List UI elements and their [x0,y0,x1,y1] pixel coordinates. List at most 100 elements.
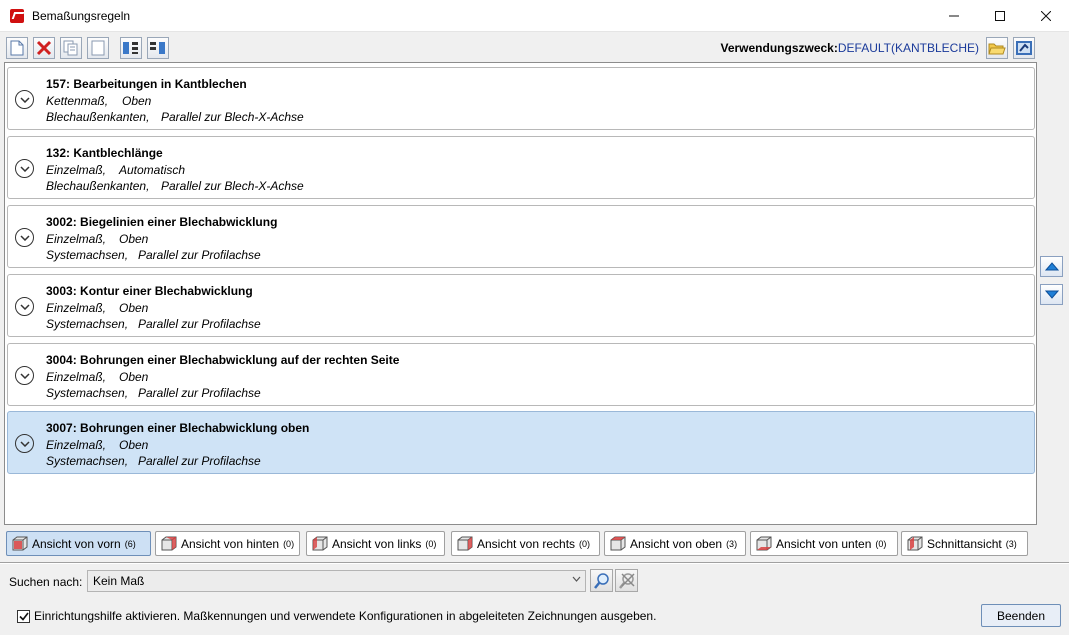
rule-title: 3003: Kontur einer Blechabwicklung [46,284,253,298]
setup-help-option: Einrichtungshilfe aktivieren. Maßkennung… [17,609,656,623]
move-rule-up-button[interactable] [1040,256,1063,277]
chevron-down-icon [19,96,30,103]
rule-position: Oben [122,94,152,108]
tab-right-view[interactable]: Ansicht von rechts (0) [451,531,600,556]
new-rule-button[interactable] [6,37,28,59]
move-up-button[interactable] [147,37,169,59]
tab-label: Schnittansicht [927,536,1002,551]
usage-value: DEFAULT(KANTBLECHE) [837,41,979,55]
expand-button[interactable] [15,159,34,178]
tab-section-view[interactable]: Schnittansicht (3) [901,531,1028,556]
rule-item[interactable]: 3004: Bohrungen einer Blechabwicklung au… [7,343,1035,406]
tab-count: (3) [1005,538,1017,549]
search-combobox[interactable]: Kein Maß [87,570,586,592]
chevron-down-icon [19,372,30,379]
rule-item[interactable]: 157: Bearbeitungen in Kantblechen Ketten… [7,67,1035,130]
rule-dimension-type: Kettenmaß, [46,94,109,108]
rule-position: Oben [119,370,149,384]
settings-icon [1016,41,1032,55]
expand-button[interactable] [15,434,34,453]
checkmark-icon [18,612,29,621]
rule-reference: Systemachsen, [46,454,129,468]
delete-icon [36,40,52,56]
tab-count: (3) [726,538,738,549]
delete-rule-button[interactable] [33,37,55,59]
close-button[interactable] [1023,0,1069,32]
cube-view-icon [610,536,626,551]
cube-section-icon [907,536,923,551]
chevron-down-icon [19,234,30,241]
tab-label: Ansicht von hinten [181,536,280,551]
cube-view-icon [457,536,473,551]
open-folder-button[interactable] [986,37,1008,59]
tab-left-view[interactable]: Ansicht von links (0) [306,531,445,556]
open-folder-icon [988,43,1006,55]
rule-dimension-type: Einzelmaß, [46,301,107,315]
divider [0,562,1069,564]
paste-rule-button[interactable] [87,37,109,59]
clear-search-icon [618,572,635,589]
clear-search-button[interactable] [615,569,638,592]
rule-direction: Parallel zur Profilachse [138,386,261,400]
rule-dimension-type: Einzelmaß, [46,163,107,177]
end-button[interactable]: Beenden [981,604,1061,627]
minimize-icon [949,15,959,17]
maximize-button[interactable] [977,0,1023,32]
rule-title: 3007: Bohrungen einer Blechabwicklung ob… [46,421,310,435]
rule-reference: Blechaußenkanten, [46,179,150,193]
move-down-button[interactable] [120,37,142,59]
tab-label: Ansicht von unten [776,536,872,551]
rule-position: Oben [119,438,149,452]
rule-direction: Parallel zur Blech-X-Achse [161,179,304,193]
rule-reference: Systemachsen, [46,317,129,331]
rule-list[interactable]: 157: Bearbeitungen in Kantblechen Ketten… [4,62,1037,525]
move-rule-down-button[interactable] [1040,284,1063,305]
rule-dimension-type: Einzelmaß, [46,438,107,452]
cube-view-icon [161,536,177,551]
rule-item[interactable]: 3002: Biegelinien einer Blechabwicklung … [7,205,1035,268]
tab-back-view[interactable]: Ansicht von hinten (0) [155,531,300,556]
magnifier-icon [593,572,609,589]
expand-button[interactable] [15,228,34,247]
tab-bottom-view[interactable]: Ansicht von unten (0) [750,531,898,556]
expand-button[interactable] [15,366,34,385]
tab-top-view[interactable]: Ansicht von oben (3) [604,531,746,556]
tab-count: (0) [425,538,437,549]
close-icon [1041,11,1051,21]
move-up-icon [150,42,165,54]
usage-settings-button[interactable] [1013,37,1035,59]
rule-direction: Parallel zur Blech-X-Achse [161,110,304,124]
rule-item-selected[interactable]: 3007: Bohrungen einer Blechabwicklung ob… [7,411,1035,474]
rule-item[interactable]: 3003: Kontur einer Blechabwicklung Einze… [7,274,1035,337]
minimize-button[interactable] [931,0,977,32]
tab-count: (0) [283,538,295,549]
rule-dimension-type: Einzelmaß, [46,370,107,384]
search-button[interactable] [590,569,613,592]
window-title: Bemaßungsregeln [32,8,131,23]
rule-direction: Parallel zur Profilachse [138,454,261,468]
rule-reference: Systemachsen, [46,248,129,262]
toolbar: Verwendungszweck:DEFAULT(KANTBLECHE) [0,33,1069,61]
cube-view-icon [312,536,328,551]
rule-title: 132: Kantblechlänge [46,146,163,160]
title-bar: Bemaßungsregeln [0,0,1069,32]
tab-label: Ansicht von vorn [32,536,121,551]
rule-item[interactable]: 132: Kantblechlänge Einzelmaß, Automatis… [7,136,1035,199]
copy-rule-button[interactable] [60,37,82,59]
maximize-icon [995,11,1005,21]
expand-button[interactable] [15,90,34,109]
rule-title: 3004: Bohrungen einer Blechabwicklung au… [46,353,400,367]
chevron-down-icon [19,303,30,310]
rule-dimension-type: Einzelmaß, [46,232,107,246]
tab-front-view[interactable]: Ansicht von vorn (6) [6,531,151,556]
tab-count: (6) [124,538,136,549]
copy-icon [63,40,78,56]
rule-title: 3002: Biegelinien einer Blechabwicklung [46,215,278,229]
setup-help-checkbox[interactable] [17,609,30,623]
triangle-down-icon [1044,290,1059,299]
chevron-down-icon [19,440,30,447]
rule-reference: Systemachsen, [46,386,129,400]
rule-direction: Parallel zur Profilachse [138,317,261,331]
usage-purpose: Verwendungszweck:DEFAULT(KANTBLECHE) [720,41,979,55]
expand-button[interactable] [15,297,34,316]
